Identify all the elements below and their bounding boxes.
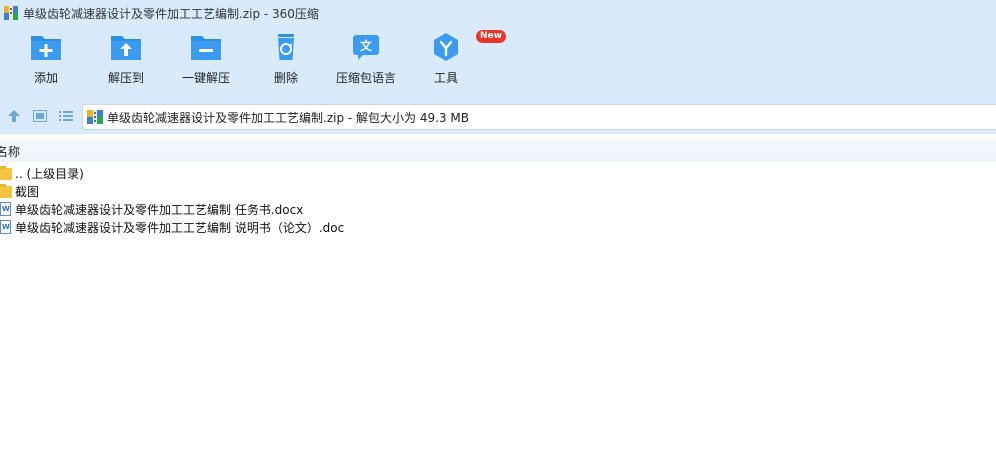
address-bar: 单级齿轮减速器设计及零件加工工艺编制.zip - 解包大小为 49.3 MB	[0, 100, 996, 134]
file-list: .. (上级目录) 截图 单级齿轮减速器设计及零件加工工艺编制 任务书.docx…	[0, 164, 996, 236]
archive-path: 单级齿轮减速器设计及零件加工工艺编制.zip - 解包大小为 49.3 MB	[107, 110, 469, 125]
extract-to-button[interactable]: 解压到	[84, 32, 168, 94]
recycle-bin-icon	[269, 32, 303, 62]
tools-label: 工具	[433, 71, 458, 85]
list-item-task-docx[interactable]: 单级齿轮减速器设计及零件加工工艺编制 任务书.docx	[0, 200, 996, 218]
list-item-thesis-doc[interactable]: 单级齿轮减速器设计及零件加工工艺编制 说明书（论文）.doc	[0, 218, 996, 236]
new-badge: New	[476, 30, 506, 43]
extract-to-label: 解压到	[107, 71, 144, 85]
path-field[interactable]: 单级齿轮减速器设计及零件加工工艺编制.zip - 解包大小为 49.3 MB	[82, 104, 996, 130]
one-click-extract-icon	[189, 32, 223, 62]
list-header: 名称	[0, 140, 996, 162]
list-item-screenshots-folder[interactable]: 截图	[0, 182, 996, 200]
one-click-extract-label: 一键解压	[181, 71, 230, 85]
archive-language-icon: 文	[349, 32, 383, 62]
toolbar: 添加 解压到 一键解压 删除 文 压缩包语言 New 工具	[0, 26, 996, 100]
tools-button[interactable]: New 工具	[404, 30, 506, 94]
archive-language-button[interactable]: 文 压缩包语言	[324, 32, 408, 94]
add-button[interactable]: 添加	[4, 32, 88, 94]
list-item-label: 截图	[15, 184, 40, 199]
up-level-button[interactable]	[5, 109, 23, 125]
zip-file-icon	[87, 109, 103, 125]
list-view-icon	[59, 110, 73, 125]
delete-button[interactable]: 删除	[244, 32, 328, 94]
thumbnail-view-icon	[33, 109, 47, 125]
arrow-up-icon	[7, 109, 21, 126]
extract-to-icon	[109, 32, 143, 62]
thumbnail-view-button[interactable]	[31, 109, 49, 125]
list-view-button[interactable]	[57, 109, 75, 125]
folder-icon	[0, 184, 12, 198]
add-label: 添加	[33, 71, 58, 85]
archive-app-icon	[4, 6, 18, 20]
one-click-extract-button[interactable]: 一键解压	[164, 32, 248, 94]
folder-icon	[0, 166, 12, 180]
tools-icon: New	[429, 30, 506, 62]
column-header-name[interactable]: 名称	[0, 143, 20, 160]
list-item-parent-dir[interactable]: .. (上级目录)	[0, 164, 996, 182]
svg-text:文: 文	[360, 38, 373, 53]
list-item-label: 单级齿轮减速器设计及零件加工工艺编制 说明书（论文）.doc	[15, 220, 345, 235]
list-item-label: .. (上级目录)	[15, 166, 84, 181]
window-title: 单级齿轮减速器设计及零件加工工艺编制.zip - 360压缩	[23, 6, 319, 21]
list-item-label: 单级齿轮减速器设计及零件加工工艺编制 任务书.docx	[15, 202, 304, 217]
archive-language-label: 压缩包语言	[335, 71, 396, 85]
add-icon	[29, 32, 63, 62]
title-bar: 单级齿轮减速器设计及零件加工工艺编制.zip - 360压缩	[0, 0, 996, 26]
word-doc-icon	[0, 202, 12, 216]
word-doc-icon	[0, 220, 12, 234]
delete-label: 删除	[273, 71, 298, 85]
